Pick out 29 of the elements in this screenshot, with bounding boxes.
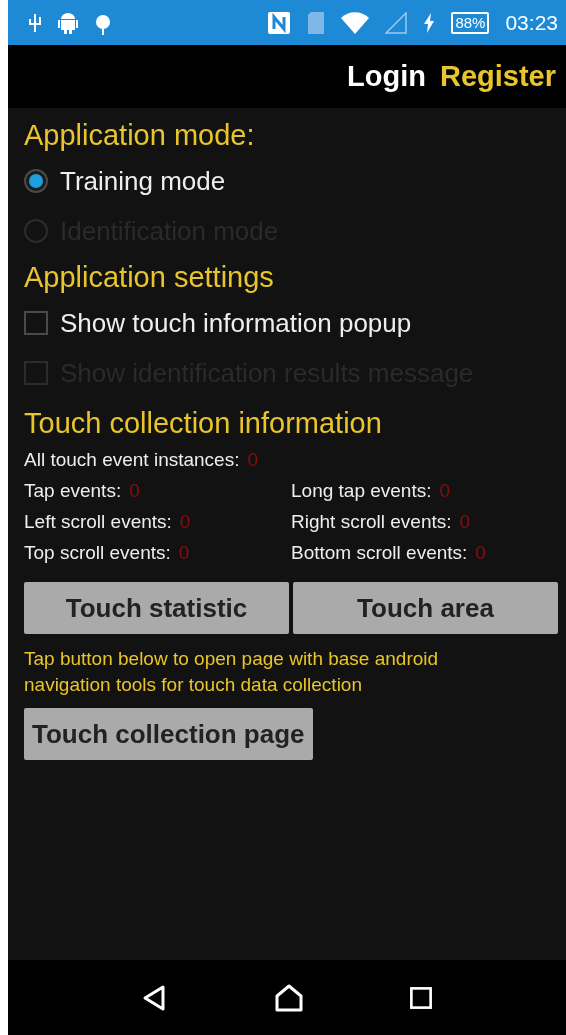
signal-icon	[385, 11, 408, 34]
section-heading: Application mode:	[24, 118, 256, 153]
battery-level: 88%	[451, 11, 490, 34]
section-heading: Application settings	[24, 260, 275, 295]
radio-button[interactable]	[24, 169, 48, 193]
radio-label: Training mode	[60, 165, 226, 197]
collection-button[interactable]: Touch collection page	[24, 708, 313, 760]
nav-link[interactable]: Register	[439, 60, 556, 93]
wifi-icon	[341, 11, 370, 34]
stat-text: All touch event instances: 0	[24, 449, 259, 470]
stat-text: Top scroll events: 0	[24, 542, 190, 563]
nav-link[interactable]: Login	[347, 60, 426, 93]
clock-time: 03:23	[505, 10, 558, 35]
charging-icon	[423, 12, 436, 33]
hint-text: Tap button below to open page with base android navigation tools for touch data collection	[24, 647, 440, 697]
checkbox[interactable]	[24, 311, 48, 335]
stat-text: Bottom scroll events: 0	[291, 542, 486, 563]
section-heading: Touch collection information	[24, 406, 383, 441]
stat-text: Long tap events: 0	[291, 480, 451, 501]
usb-icon	[28, 11, 42, 34]
sim-icon	[307, 10, 326, 35]
action-button[interactable]: Touch area	[293, 582, 558, 634]
action-button[interactable]: Touch statistic	[24, 582, 289, 634]
android-icon	[58, 10, 78, 35]
stat-text: Left scroll events: 0	[24, 511, 191, 532]
stat-text: Right scroll events: 0	[291, 511, 471, 532]
checkbox-label: Show touch information popup	[60, 307, 412, 339]
nfc-icon	[267, 10, 292, 35]
stat-text: Tap events: 0	[24, 480, 140, 501]
